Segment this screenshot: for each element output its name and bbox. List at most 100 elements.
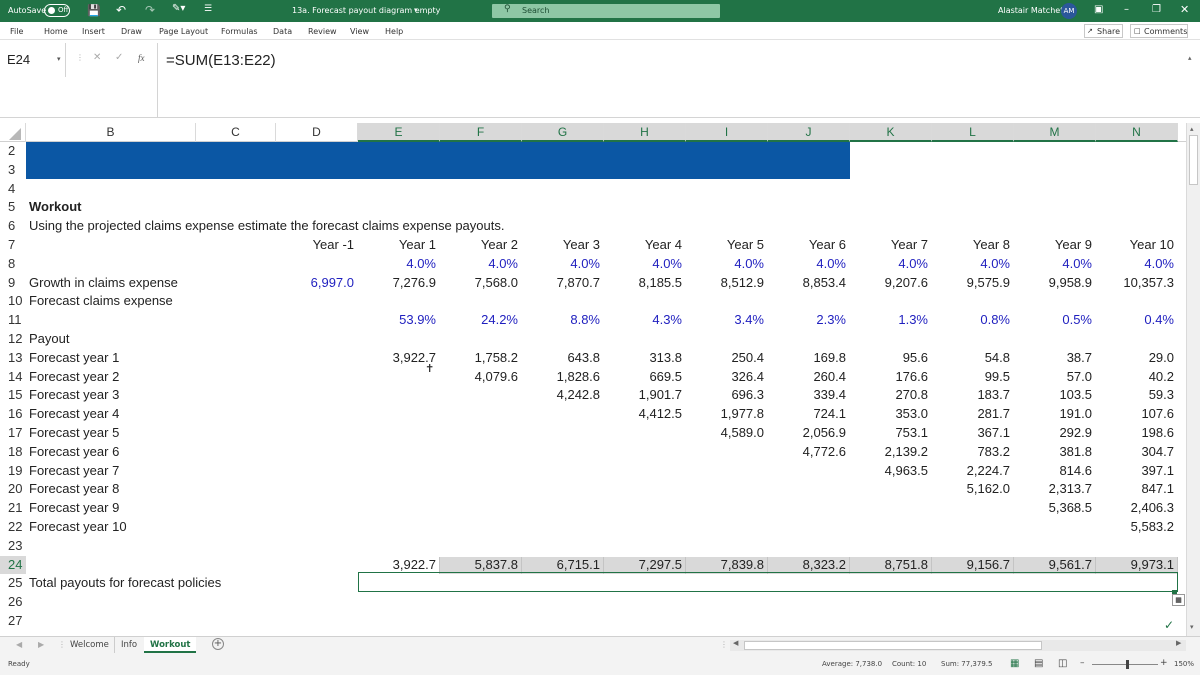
- zoom-out-icon[interactable]: –: [1080, 658, 1085, 668]
- status-average[interactable]: Average: 7,738.0: [822, 660, 882, 668]
- column-header-l[interactable]: L: [932, 123, 1014, 142]
- document-title[interactable]: 13a. Forecast payout diagram empty: [292, 6, 440, 15]
- row-header[interactable]: 27: [0, 612, 26, 631]
- row-header[interactable]: 7: [0, 236, 26, 255]
- hscroll-right-icon[interactable]: ▶: [1176, 639, 1181, 647]
- normal-view-icon[interactable]: ▦: [1010, 658, 1019, 669]
- avatar[interactable]: AM: [1061, 3, 1077, 19]
- formula-input[interactable]: =SUM(E13:E22): [157, 43, 1187, 117]
- vertical-scrollbar[interactable]: ▴ ▾: [1186, 123, 1200, 636]
- select-all-corner[interactable]: [0, 123, 26, 142]
- row-header[interactable]: 22: [0, 518, 26, 537]
- horizontal-scrollbar[interactable]: ◀ ▶: [730, 639, 1186, 651]
- hscroll-thumb[interactable]: [744, 641, 1042, 650]
- row-header[interactable]: 8: [0, 255, 26, 274]
- row-header[interactable]: 11: [0, 311, 26, 330]
- close-icon[interactable]: ✕: [1180, 3, 1189, 16]
- zoom-slider[interactable]: [1092, 660, 1158, 669]
- row-header[interactable]: 5: [0, 198, 26, 217]
- tab-draw[interactable]: Draw: [121, 27, 142, 36]
- ribbon-display-icon[interactable]: ▣: [1094, 4, 1103, 15]
- column-header-j[interactable]: J: [768, 123, 850, 142]
- column-header-d[interactable]: D: [276, 123, 358, 142]
- tab-view[interactable]: View: [350, 27, 369, 36]
- cancel-icon[interactable]: ✕: [93, 52, 101, 63]
- status-sum[interactable]: Sum: 77,379.5: [941, 660, 992, 668]
- user-name[interactable]: Alastair Matchett: [998, 6, 1066, 15]
- share-button[interactable]: ↗ Share: [1084, 24, 1123, 38]
- page-layout-view-icon[interactable]: ▤: [1034, 658, 1043, 669]
- sheet-tab-workout[interactable]: Workout: [144, 637, 197, 653]
- enter-icon[interactable]: ✓: [115, 52, 123, 63]
- row-header[interactable]: 20: [0, 480, 26, 499]
- column-header-m[interactable]: M: [1014, 123, 1096, 142]
- check-icon[interactable]: ✓: [1164, 618, 1174, 632]
- zoom-level[interactable]: 150%: [1174, 660, 1194, 668]
- name-box[interactable]: E24 ▾: [0, 43, 66, 77]
- worksheet-grid[interactable]: Workout Using the projected claims expen…: [26, 142, 1186, 636]
- scroll-up-icon[interactable]: ▴: [1190, 125, 1194, 133]
- status-count[interactable]: Count: 10: [892, 660, 926, 668]
- autosave-toggle[interactable]: Off: [44, 4, 70, 17]
- zoom-in-icon[interactable]: +: [1160, 658, 1168, 668]
- row-header[interactable]: 10: [0, 292, 26, 311]
- scroll-thumb[interactable]: [1189, 135, 1198, 185]
- quick-analysis-icon[interactable]: ▦: [1172, 594, 1185, 606]
- column-header-n[interactable]: N: [1096, 123, 1178, 142]
- redo-icon[interactable]: ↷: [145, 3, 155, 17]
- tab-page-layout[interactable]: Page Layout: [159, 27, 208, 36]
- row-header[interactable]: 17: [0, 424, 26, 443]
- insert-function-icon[interactable]: fx: [138, 53, 145, 63]
- row-header[interactable]: 13: [0, 349, 26, 368]
- column-header-f[interactable]: F: [440, 123, 522, 142]
- brush-icon[interactable]: ✎▾: [172, 3, 185, 14]
- tab-review[interactable]: Review: [308, 27, 337, 36]
- row-header[interactable]: 23: [0, 537, 26, 556]
- tab-data[interactable]: Data: [273, 27, 292, 36]
- row-header[interactable]: 15: [0, 386, 26, 405]
- row-header[interactable]: 21: [0, 499, 26, 518]
- add-sheet-icon[interactable]: +: [212, 638, 224, 650]
- zoom-slider-thumb[interactable]: [1126, 660, 1129, 669]
- row-header[interactable]: 14: [0, 368, 26, 387]
- row-header[interactable]: 9: [0, 274, 26, 293]
- row-header[interactable]: 2: [0, 142, 26, 161]
- hscroll-left-icon[interactable]: ◀: [733, 639, 738, 647]
- row-header[interactable]: 6: [0, 217, 26, 236]
- search-box[interactable]: ⚲ Search: [492, 4, 720, 18]
- scroll-tabs-right-icon[interactable]: ▶: [38, 640, 44, 649]
- title-dropdown-icon[interactable]: ▾: [414, 6, 418, 14]
- column-header-i[interactable]: I: [686, 123, 768, 142]
- column-header-c[interactable]: C: [196, 123, 276, 142]
- column-header-k[interactable]: K: [850, 123, 932, 142]
- customize-icon[interactable]: ☰: [204, 4, 212, 14]
- tab-insert[interactable]: Insert: [82, 27, 105, 36]
- restore-icon[interactable]: ❐: [1152, 4, 1161, 15]
- column-header-h[interactable]: H: [604, 123, 686, 142]
- comments-button[interactable]: □ Comments: [1130, 24, 1188, 38]
- row-header[interactable]: 24: [0, 555, 26, 575]
- row-header[interactable]: 25: [0, 574, 26, 593]
- undo-icon[interactable]: ↶: [116, 3, 126, 17]
- collapse-formula-icon[interactable]: ▴: [1188, 54, 1192, 62]
- row-header[interactable]: 3: [0, 161, 26, 180]
- row-header[interactable]: 19: [0, 462, 26, 481]
- row-header[interactable]: 18: [0, 443, 26, 462]
- page-break-view-icon[interactable]: ◫: [1058, 658, 1067, 669]
- tab-splitter-icon[interactable]: ⋮: [720, 640, 728, 649]
- tab-file[interactable]: File: [10, 27, 23, 36]
- tab-help[interactable]: Help: [385, 27, 403, 36]
- tab-home[interactable]: Home: [44, 27, 68, 36]
- column-header-b[interactable]: B: [26, 123, 196, 142]
- scroll-tabs-left-icon[interactable]: ◀: [16, 640, 22, 649]
- sheet-tab-welcome[interactable]: Welcome: [64, 637, 115, 653]
- save-icon[interactable]: 💾: [87, 4, 101, 17]
- scroll-down-icon[interactable]: ▾: [1190, 623, 1194, 631]
- row-header[interactable]: 26: [0, 593, 26, 612]
- column-header-e[interactable]: E: [358, 123, 440, 142]
- tab-formulas[interactable]: Formulas: [221, 27, 258, 36]
- row-header[interactable]: 4: [0, 180, 26, 199]
- minimize-icon[interactable]: –: [1124, 4, 1129, 15]
- row-header[interactable]: 12: [0, 330, 26, 349]
- row-header[interactable]: 16: [0, 405, 26, 424]
